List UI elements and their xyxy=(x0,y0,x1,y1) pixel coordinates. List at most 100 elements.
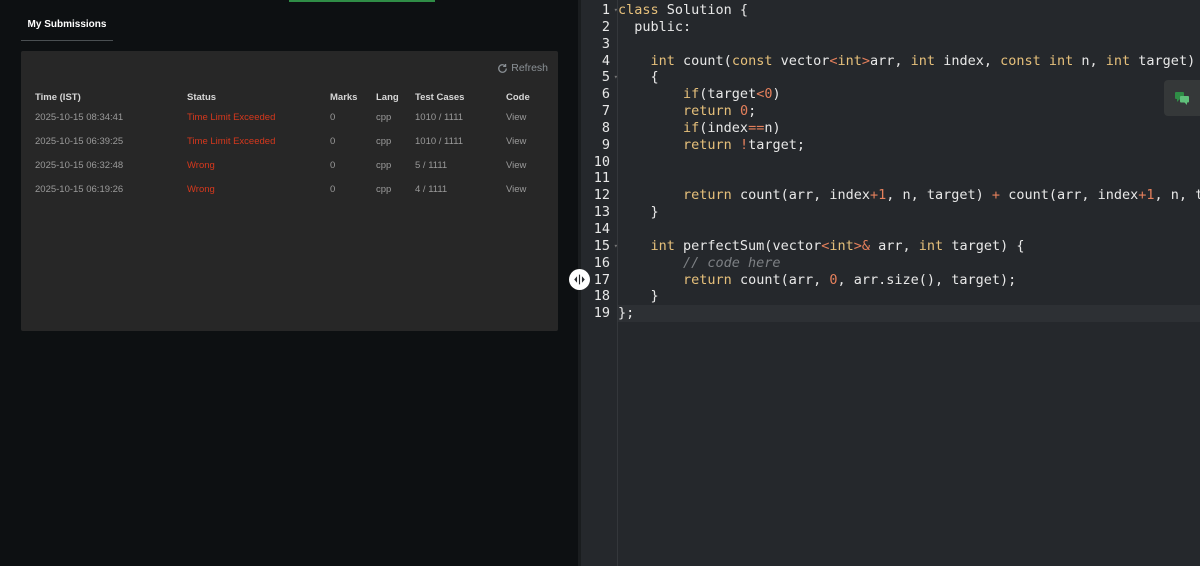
cell-marks: 0 xyxy=(330,183,336,195)
code-token: arr, xyxy=(870,52,911,69)
submissions-card: Refresh Time (IST) Status Marks Lang Tes… xyxy=(21,51,558,331)
code-token: ; xyxy=(748,103,757,120)
line-number: 3 xyxy=(601,35,610,52)
table-row: 2025-10-15 06:39:25 Time Limit Exceeded … xyxy=(21,129,558,153)
code-token: int xyxy=(1105,52,1131,69)
code-token: count(arr, index xyxy=(731,187,870,204)
line-number: 19 xyxy=(593,305,610,322)
view-code-link[interactable]: View xyxy=(506,105,558,129)
tab-my-submissions[interactable]: My Submissions xyxy=(21,13,113,41)
code-line: return 0; xyxy=(618,103,1200,120)
col-test-cases: Test Cases xyxy=(415,92,465,103)
code-token: int xyxy=(918,237,944,254)
code-token: int xyxy=(650,237,675,254)
code-line: if(target<0) xyxy=(618,86,1200,103)
col-lang: Lang xyxy=(376,92,399,103)
cell-status: Wrong xyxy=(187,183,215,195)
line-number: 4 xyxy=(601,52,610,69)
code-token: + xyxy=(991,187,1001,204)
refresh-button[interactable]: Refresh xyxy=(497,62,548,74)
line-number: 11 xyxy=(593,170,610,187)
code-token: +1 xyxy=(869,187,887,204)
code-token: return xyxy=(683,271,732,288)
code-line: // code here xyxy=(618,255,1200,272)
code-line: int perfectSum(vector<int>& arr, int tar… xyxy=(618,238,1200,255)
code-token: return xyxy=(683,103,732,120)
cell-test-cases: 1010 / 1111 xyxy=(415,111,464,123)
cell-test-cases: 5 / 1111 xyxy=(415,159,448,171)
refresh-icon xyxy=(498,63,508,73)
cell-lang: cpp xyxy=(376,159,392,171)
code-token: , n, target) xyxy=(886,187,992,204)
active-tab-indicator xyxy=(289,0,435,2)
col-time: Time (IST) xyxy=(35,92,81,103)
chat-button[interactable] xyxy=(1164,80,1200,116)
view-code-link[interactable]: View xyxy=(506,153,558,177)
code-line: if(index==n) xyxy=(618,120,1200,137)
code-token: int xyxy=(1048,52,1074,69)
cell-time: 2025-10-15 06:19:26 xyxy=(35,183,124,195)
code-token: } xyxy=(618,204,659,221)
code-token: Solution { xyxy=(666,2,749,18)
line-number: 8 xyxy=(601,119,610,136)
code-token: public: xyxy=(618,18,692,35)
code-token: perfectSum(vector xyxy=(674,237,822,254)
code-token: int xyxy=(837,52,862,69)
code-token: if xyxy=(683,119,700,136)
code-line: }; xyxy=(618,305,1200,323)
code-token: const xyxy=(731,52,773,69)
code-editor[interactable]: 1 ▾ 2 3 4 5 ▾ 6 7 8 9 10 11 12 13 14 15 ▾ 16 17 18 19 class S… xyxy=(581,0,1200,566)
resize-handle-icon xyxy=(574,274,585,285)
table-row: 2025-10-15 06:32:48 Wrong 0 cpp 5 / 1111… xyxy=(21,153,558,177)
cell-marks: 0 xyxy=(330,159,336,171)
code-token: } xyxy=(618,288,659,305)
line-number: 18 xyxy=(593,288,610,305)
code-token: { xyxy=(618,69,659,86)
code-token: count(arr, xyxy=(731,271,830,288)
resize-handle[interactable] xyxy=(569,269,590,290)
line-number: 12 xyxy=(593,187,610,204)
code-token: index, xyxy=(935,52,1001,69)
code-token: arr, xyxy=(870,237,919,254)
view-code-link[interactable]: View xyxy=(506,177,558,201)
code-token: == xyxy=(748,119,765,136)
line-number: 14 xyxy=(593,220,610,237)
code-token: count( xyxy=(674,52,732,69)
cell-time: 2025-10-15 08:34:41 xyxy=(35,111,124,123)
line-number: 1 ▾ xyxy=(601,2,618,18)
code-text-area[interactable]: class Solution { public: int count(const… xyxy=(618,2,1200,323)
code-token: int xyxy=(650,52,675,69)
cell-test-cases: 4 / 1111 xyxy=(415,183,448,195)
code-token: > xyxy=(861,52,871,69)
code-token: 0 xyxy=(829,271,838,288)
cell-lang: cpp xyxy=(376,111,392,123)
code-token: return xyxy=(683,136,732,153)
cell-lang: cpp xyxy=(376,183,392,195)
view-code-link[interactable]: View xyxy=(506,129,558,153)
cell-marks: 0 xyxy=(330,135,336,147)
refresh-label: Refresh xyxy=(511,62,548,74)
code-line: } xyxy=(618,288,1200,305)
line-number: 9 xyxy=(601,136,610,153)
code-token: >& xyxy=(853,237,871,254)
table-header-row: Time (IST) Status Marks Lang Test Cases … xyxy=(21,90,558,105)
cell-marks: 0 xyxy=(330,111,336,123)
line-number: 15 ▾ xyxy=(593,237,618,254)
code-line: } xyxy=(618,204,1200,221)
cell-time: 2025-10-15 06:32:48 xyxy=(35,159,124,171)
code-token: ! xyxy=(739,136,749,153)
line-number: 2 xyxy=(601,18,610,35)
col-marks: Marks xyxy=(330,92,358,103)
code-token: < xyxy=(829,52,838,69)
cell-status: Time Limit Exceeded xyxy=(187,135,276,147)
line-number: 6 xyxy=(601,86,610,103)
